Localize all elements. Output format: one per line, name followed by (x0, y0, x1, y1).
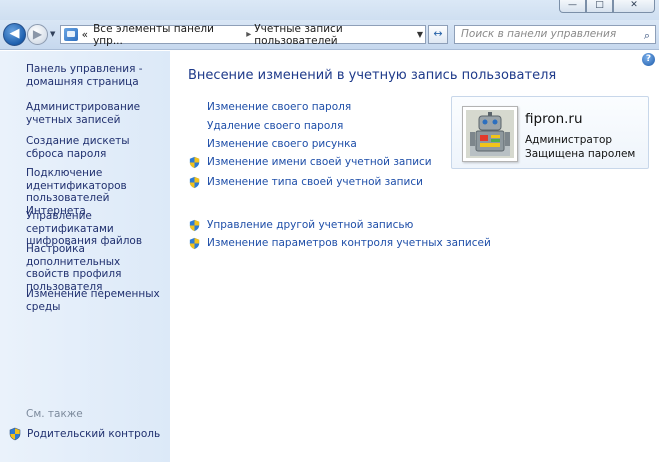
task-remove-password[interactable]: Удаление своего пароля (207, 120, 343, 132)
sidebar: Панель управления - домашняя страница Ад… (0, 51, 170, 462)
shield-icon (189, 219, 200, 232)
control-panel-icon (64, 28, 78, 41)
search-icon[interactable]: ⌕ (644, 27, 650, 44)
navigation-bar: ◀ ▶ ▼ « Все элементы панели упр... ▸ Уче… (0, 20, 659, 50)
help-icon[interactable]: ? (642, 53, 655, 66)
search-placeholder: Поиск в панели управления (461, 28, 617, 40)
task-change-account-name[interactable]: Изменение имени своей учетной записи (207, 156, 432, 168)
breadcrumb-item-user-accounts[interactable]: Учетные записи пользователей (254, 23, 425, 47)
sidebar-item-manage-accounts[interactable]: Администрирование учетных записей (26, 101, 166, 126)
shield-icon (189, 176, 200, 189)
task-uac-settings[interactable]: Изменение параметров контроля учетных за… (207, 237, 491, 249)
task-change-picture[interactable]: Изменение своего рисунка (207, 138, 357, 150)
maximize-button[interactable]: □ (586, 0, 613, 13)
task-change-account-type[interactable]: Изменение типа своей учетной записи (207, 176, 423, 188)
forward-button[interactable]: ▶ (27, 24, 48, 45)
see-also-heading: См. также (26, 408, 83, 420)
address-bar[interactable]: « Все элементы панели упр... ▸ Учетные з… (60, 23, 426, 47)
shield-icon (189, 237, 200, 250)
sidebar-item-certificates[interactable]: Управление сертификатами шифрования файл… (26, 210, 166, 248)
sidebar-item-environment-variables[interactable]: Изменение переменных среды (26, 288, 166, 313)
robot-picture-icon (466, 110, 514, 158)
user-name: fipron.ru (525, 111, 583, 127)
search-input[interactable]: Поиск в панели управления ⌕ (454, 25, 656, 44)
user-account-card: fipron.ru Администратор Защищена паролем (451, 96, 649, 169)
user-password-status: Защищена паролем (525, 148, 636, 160)
sidebar-item-reset-disk[interactable]: Создание дискеты сброса пароля (26, 135, 166, 160)
title-bar: — □ ✕ (0, 0, 659, 20)
recent-pages-dropdown[interactable]: ▼ (50, 30, 55, 38)
shield-icon (189, 156, 200, 169)
minimize-button[interactable]: — (559, 0, 586, 13)
sidebar-item-parental-control[interactable]: Родительский контроль (8, 427, 160, 441)
breadcrumb-item-all-items[interactable]: Все элементы панели упр... (93, 23, 243, 47)
breadcrumb-overflow[interactable]: « (82, 29, 88, 41)
chevron-right-icon[interactable]: ▸ (246, 29, 251, 40)
main-content: ? Внесение изменений в учетную запись по… (170, 51, 659, 462)
parental-control-label: Родительский контроль (27, 428, 161, 440)
window-controls: — □ ✕ (559, 0, 655, 13)
task-manage-other-account[interactable]: Управление другой учетной записью (207, 219, 413, 231)
address-dropdown-icon[interactable]: ▼ (417, 30, 423, 39)
shield-icon (9, 427, 21, 441)
refresh-button[interactable]: ↔ (428, 25, 448, 44)
task-change-password[interactable]: Изменение своего пароля (207, 101, 351, 113)
sidebar-item-home[interactable]: Панель управления - домашняя страница (26, 63, 166, 88)
user-role: Администратор (525, 134, 613, 146)
sidebar-item-profile-properties[interactable]: Настройка дополнительных свойств профиля… (26, 243, 166, 293)
page-title: Внесение изменений в учетную запись поль… (188, 68, 557, 83)
avatar[interactable] (462, 106, 518, 162)
close-button[interactable]: ✕ (613, 0, 655, 13)
back-button[interactable]: ◀ (3, 23, 26, 46)
